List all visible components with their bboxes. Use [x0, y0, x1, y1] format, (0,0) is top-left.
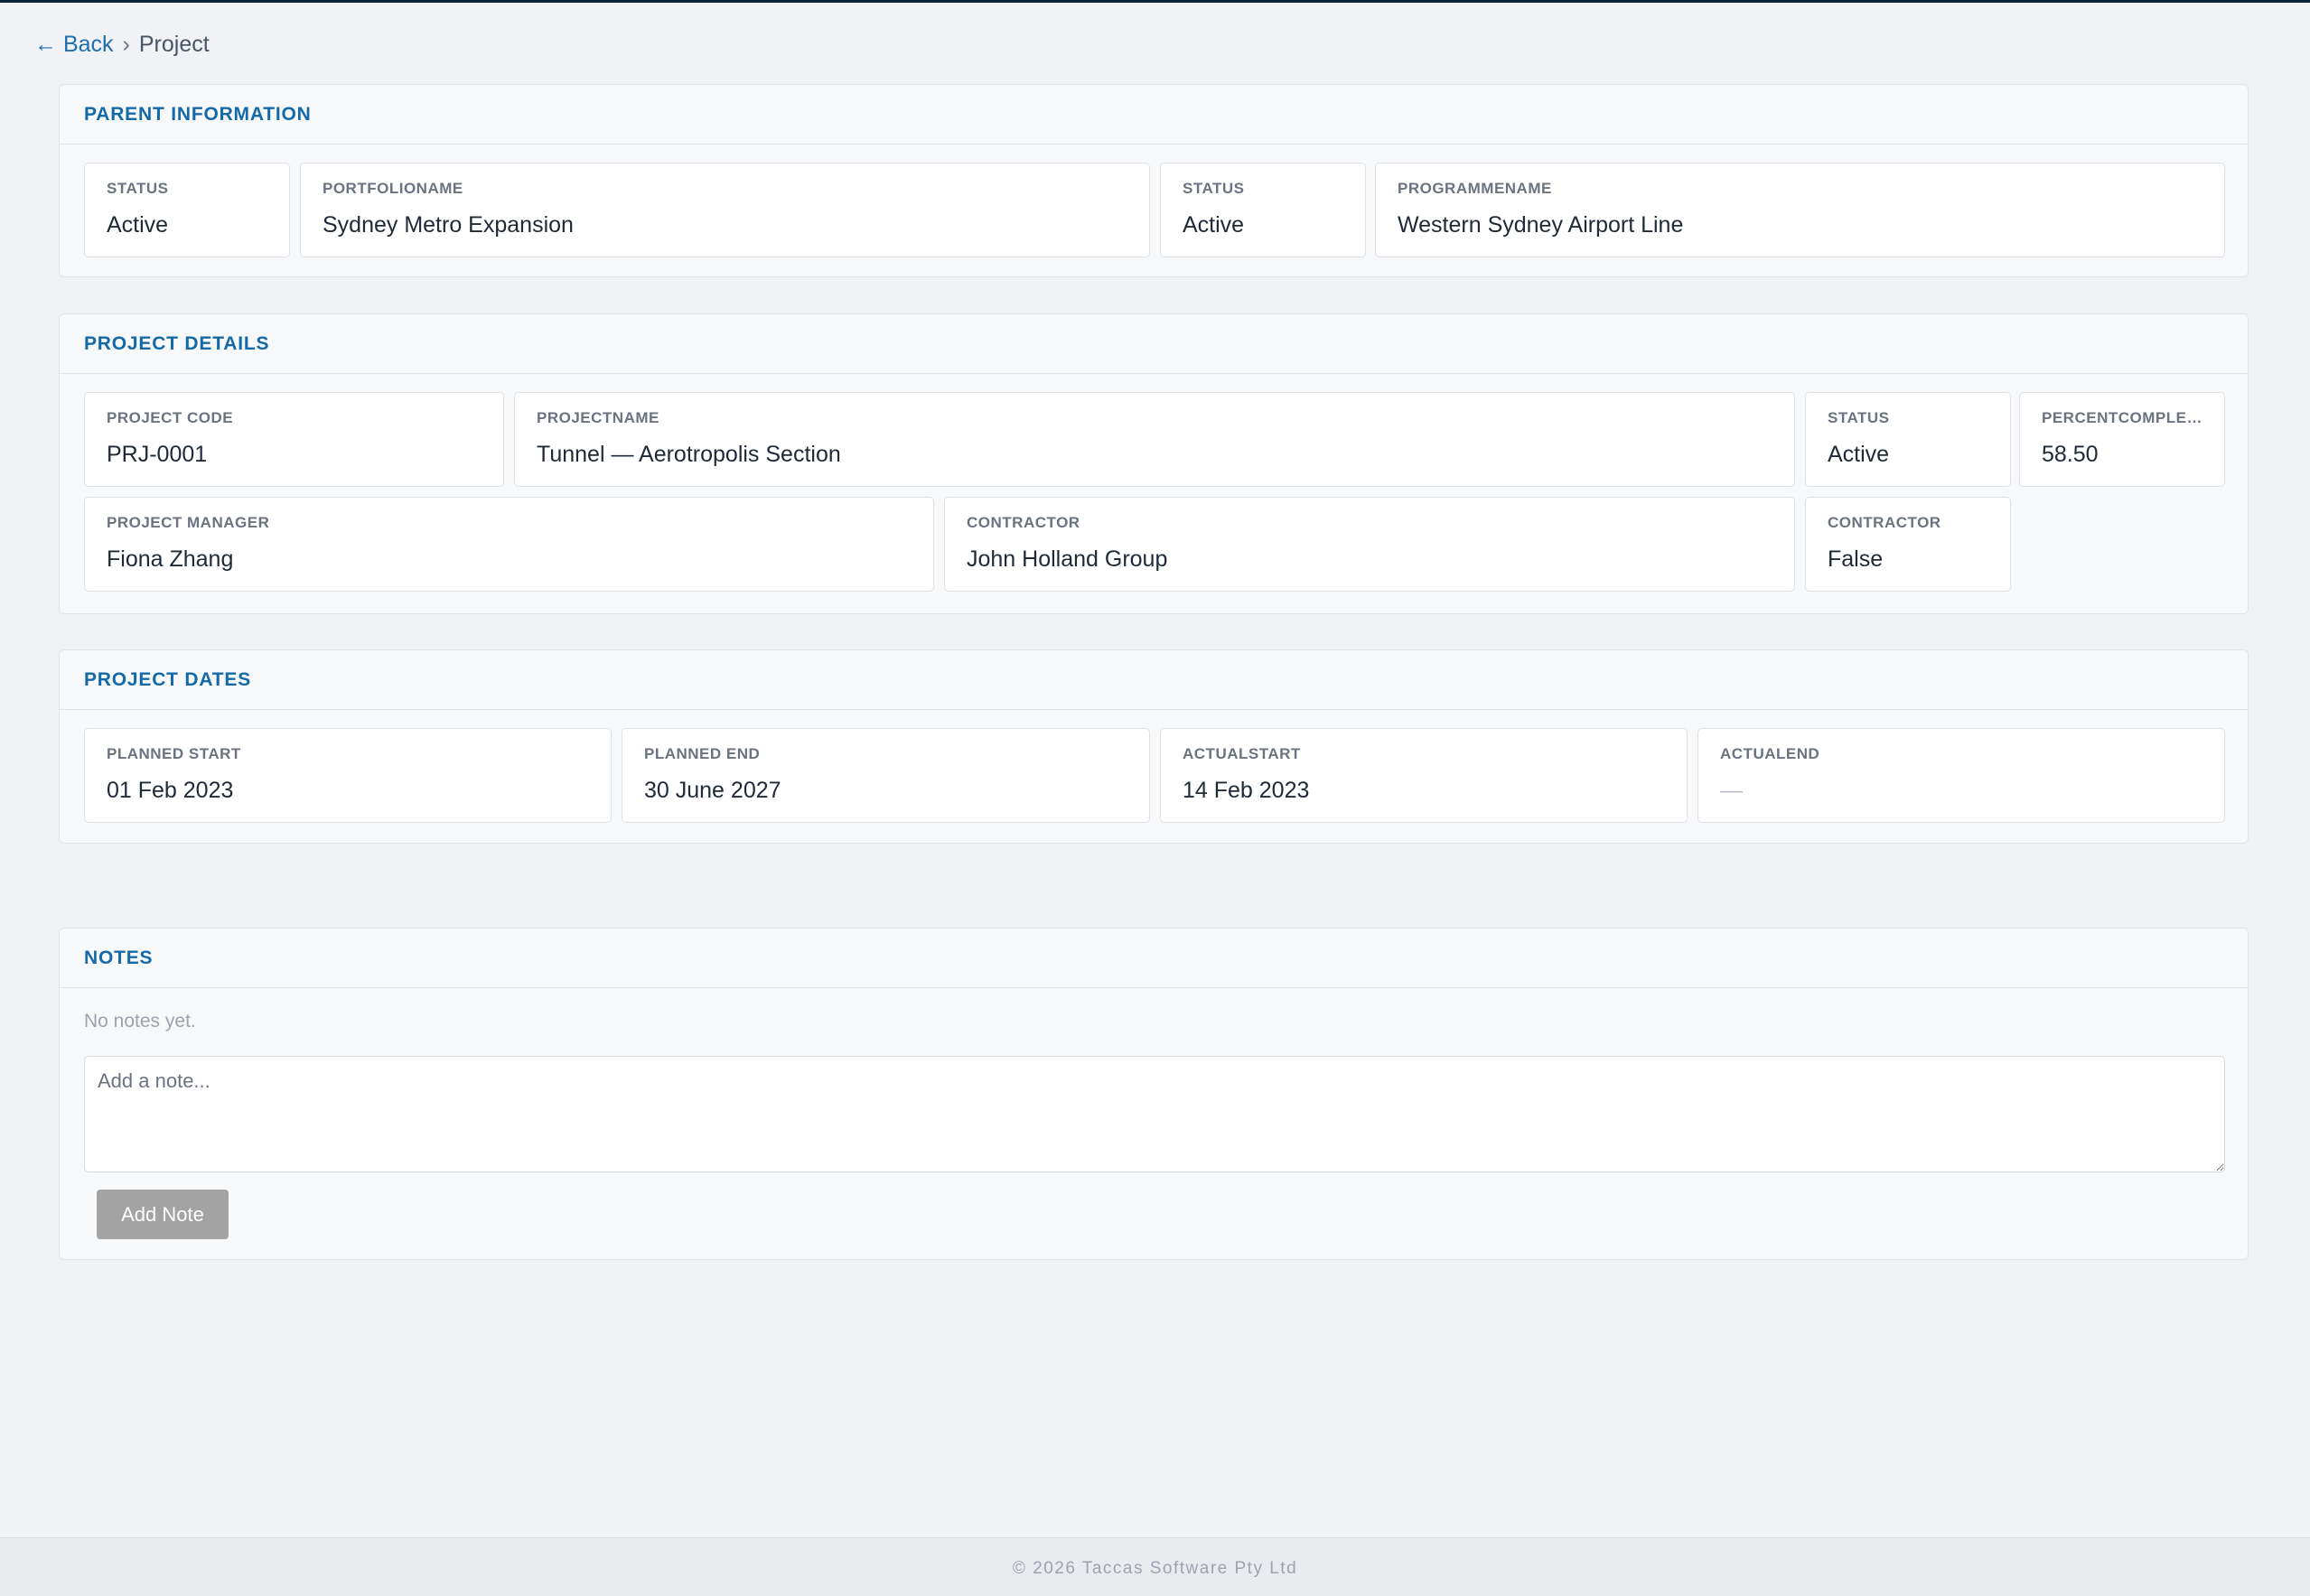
section-header: PARENT INFORMATION	[60, 85, 2248, 145]
percent-complete-field: PERCENTCOMPLETE 58.50	[2019, 392, 2225, 487]
parent-status-field: STATUS Active	[84, 163, 290, 257]
field-label: PROJECTNAME	[537, 409, 659, 426]
field-value: John Holland Group	[967, 546, 1168, 572]
field-label: CONTRACTOR	[967, 514, 1080, 531]
footer: © 2026 Taccas Software Pty Ltd	[0, 1537, 2310, 1596]
project-code-field: PROJECT CODE PRJ-0001	[84, 392, 504, 487]
back-link[interactable]: ← Back	[34, 32, 114, 58]
planned-start-field: PLANNED START 01 Feb 2023	[84, 728, 612, 823]
project-status-field: STATUS Active	[1805, 392, 2011, 487]
notes-section: NOTES No notes yet. Add Note	[59, 928, 2249, 1260]
field-label: STATUS	[107, 180, 169, 197]
actual-start-field: ACTUALSTART 14 Feb 2023	[1160, 728, 1688, 823]
footer-copyright: © 2026 Taccas Software Pty Ltd	[1012, 1558, 1298, 1578]
field-value: Sydney Metro Expansion	[323, 212, 574, 238]
field-value: Fiona Zhang	[107, 546, 234, 572]
project-dates-section: PROJECT DATES PLANNED START 01 Feb 2023 …	[59, 649, 2249, 844]
breadcrumb-separator: ›	[122, 32, 130, 57]
field-value: 01 Feb 2023	[107, 778, 234, 803]
field-value: Tunnel — Aerotropolis Section	[537, 442, 841, 467]
field-label: PROJECT MANAGER	[107, 514, 270, 531]
portfolio-name-field: PORTFOLIONAME Sydney Metro Expansion	[300, 163, 1150, 257]
programme-name-field: PROGRAMMENAME Western Sydney Airport Lin…	[1375, 163, 2225, 257]
planned-end-field: PLANNED END 30 June 2027	[622, 728, 1150, 823]
field-value: PRJ-0001	[107, 442, 208, 467]
programme-status-field: STATUS Active	[1160, 163, 1366, 257]
field-label: PROGRAMMENAME	[1398, 180, 1552, 197]
field-label: STATUS	[1828, 409, 1890, 426]
field-value: Active	[1183, 212, 1245, 238]
field-value: Active	[1828, 442, 1890, 467]
breadcrumb-current: Project	[138, 32, 210, 57]
field-label: PROJECT CODE	[107, 409, 234, 426]
section-header: PROJECT DATES	[60, 650, 2248, 710]
actual-end-field: ACTUALEND —	[1697, 728, 2225, 823]
notes-empty-message: No notes yet.	[84, 1011, 196, 1031]
field-value: False	[1828, 546, 1884, 572]
field-label: PERCENTCOMPLETE	[2042, 409, 2202, 426]
project-name-field: PROJECTNAME Tunnel — Aerotropolis Sectio…	[514, 392, 1795, 487]
section-title: PROJECT DATES	[84, 668, 252, 690]
field-value: —	[1720, 778, 1743, 803]
field-label: STATUS	[1183, 180, 1245, 197]
field-label: PORTFOLIONAME	[323, 180, 463, 197]
section-header: PROJECT DETAILS	[60, 314, 2248, 374]
field-value: 58.50	[2042, 442, 2099, 467]
field-label: PLANNED END	[644, 745, 761, 762]
section-header: NOTES	[60, 929, 2248, 988]
breadcrumb: ← Back › Project	[34, 32, 210, 58]
section-title: NOTES	[84, 947, 154, 968]
section-title: PROJECT DETAILS	[84, 332, 270, 354]
add-note-button[interactable]: Add Note	[97, 1190, 229, 1239]
project-manager-field: PROJECT MANAGER Fiona Zhang	[84, 497, 934, 592]
field-label: CONTRACTOR	[1828, 514, 1941, 531]
section-title: PARENT INFORMATION	[84, 103, 312, 125]
field-value: 14 Feb 2023	[1183, 778, 1310, 803]
field-value: Active	[107, 212, 169, 238]
field-label: PLANNED START	[107, 745, 241, 762]
contractor-flag-field: CONTRACTOR False	[1805, 497, 2011, 592]
parent-information-section: PARENT INFORMATION STATUS Active PORTFOL…	[59, 84, 2249, 277]
field-label: ACTUALEND	[1720, 745, 1820, 762]
field-value: 30 June 2027	[644, 778, 781, 803]
field-value: Western Sydney Airport Line	[1398, 212, 1684, 238]
project-details-section: PROJECT DETAILS PROJECT CODE PRJ-0001 PR…	[59, 313, 2249, 614]
note-input[interactable]	[84, 1056, 2225, 1172]
field-label: ACTUALSTART	[1183, 745, 1301, 762]
contractor-field: CONTRACTOR John Holland Group	[944, 497, 1795, 592]
